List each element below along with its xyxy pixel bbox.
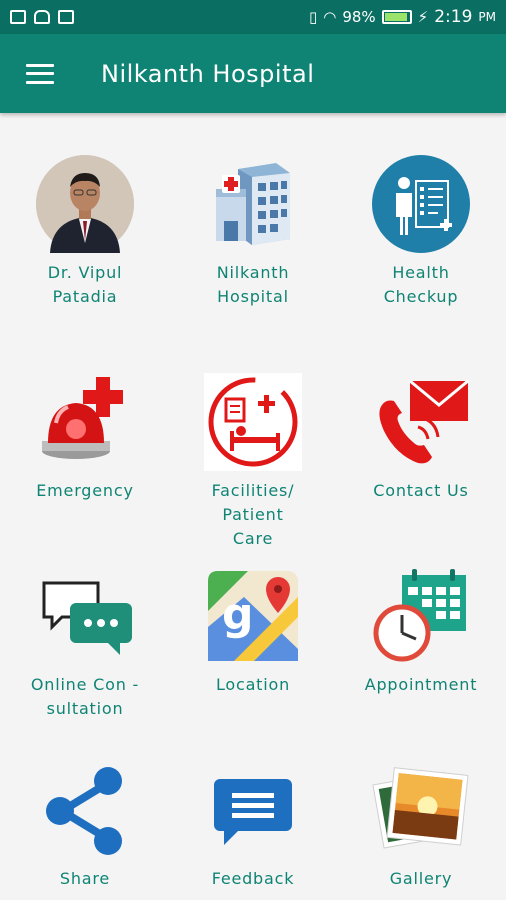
vibrate-icon: ▯ [308,8,318,26]
clock-time: 2:19 [434,7,473,27]
tile-health-checkup[interactable]: Health Checkup [337,155,505,309]
tile-label: Emergency [36,481,134,500]
tile-label: Facilities/ Patient Care [211,481,295,548]
status-bar: ▯ ◠ 98% ⚡ 2:19 PM [0,0,506,34]
mail-notification-icon [58,10,74,24]
tile-label: Gallery [389,869,453,888]
emergency-siren-icon [36,373,134,471]
tile-feedback[interactable]: Feedback [169,761,337,891]
tile-label: Nilkanth Hospital [216,263,290,306]
tile-appointment[interactable]: Appointment [337,567,505,697]
tile-doctor[interactable]: Dr. Vipul Patadia [1,155,169,309]
wifi-icon: ◠ [323,8,337,26]
tile-facilities[interactable]: Facilities/ Patient Care [169,373,337,551]
patient-bed-icon [204,373,302,471]
tile-contact-us[interactable]: Contact Us [337,373,505,503]
battery-icon [381,10,412,24]
tile-hospital[interactable]: Nilkanth Hospital [169,155,337,309]
phone-mail-icon [372,373,470,471]
tile-location[interactable]: g Location [169,567,337,697]
image-notification-icon [10,10,26,24]
map-pin-icon: g [204,567,302,665]
tile-label: Health Checkup [383,263,459,306]
tile-gallery[interactable]: Gallery [337,761,505,891]
photo-gallery-icon [372,761,470,859]
menu-icon[interactable] [26,63,54,84]
tile-label: Contact Us [373,481,469,500]
share-icon [36,761,134,859]
tile-label: Dr. Vipul Patadia [47,263,123,306]
battery-percent: 98% [342,8,376,26]
android-notification-icon [34,10,50,24]
app-bar: Nilkanth Hospital [0,34,506,113]
tile-online-consultation[interactable]: Online Con - sultation [1,567,169,721]
menu-grid: Dr. Vipul Patadia Nilkanth Hospital Heal… [0,113,506,900]
tile-label: Location [215,675,291,694]
tile-label: Online Con - sultation [30,675,140,718]
tile-label: Feedback [211,869,295,888]
clock-ampm: PM [478,10,496,24]
tile-emergency[interactable]: Emergency [1,373,169,503]
notification-icons [10,10,74,24]
tile-label: Share [59,869,111,888]
calendar-clock-icon [372,567,470,665]
svg-text:g: g [222,589,254,640]
health-checkup-icon [372,155,470,253]
system-status: ▯ ◠ 98% ⚡ 2:19 PM [309,7,496,27]
doctor-avatar [36,155,134,253]
app-title: Nilkanth Hospital [101,59,315,88]
hospital-building-icon [204,155,302,253]
charging-icon: ⚡ [417,8,429,26]
tile-share[interactable]: Share [1,761,169,891]
tile-label: Appointment [364,675,478,694]
chat-bubbles-icon [36,567,134,665]
feedback-bubble-icon [204,761,302,859]
